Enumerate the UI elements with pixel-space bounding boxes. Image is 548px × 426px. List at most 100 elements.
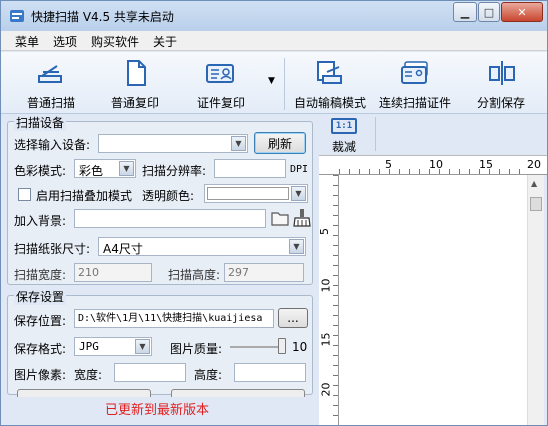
resolution-label: 扫描分辨率:: [142, 164, 207, 178]
close-icon: ✕: [517, 5, 527, 19]
id-copy-button[interactable]: 证件复印: [191, 56, 255, 112]
auto-feed-icon: [317, 61, 342, 84]
continuous-id-scan-label: 连续扫描证件: [379, 96, 452, 110]
maximize-button[interactable]: □: [478, 2, 500, 22]
vertical-ruler: 5 10 15 20: [318, 175, 339, 425]
pixel-width-input[interactable]: [114, 363, 186, 382]
toolbar-separator: [284, 58, 285, 110]
device-select[interactable]: ▼: [98, 134, 248, 153]
continuous-id-scan-button[interactable]: 连续扫描证件: [378, 56, 454, 112]
preview-separator: [375, 117, 376, 151]
overlay-checkbox[interactable]: [18, 188, 31, 201]
app-window: 快捷扫描 V4.5 共享未启动 ▁ □ ✕ 菜单 选项 购买软件 关于 普通扫描: [0, 0, 548, 426]
background-label: 加入背景:: [14, 214, 67, 228]
brush-icon[interactable]: [292, 208, 312, 228]
ruler-tick-label: 20: [527, 158, 541, 171]
ruler-tick-label: 20: [319, 382, 333, 397]
minimize-icon: ▁: [460, 5, 470, 19]
id-card-stack-icon: [401, 61, 428, 84]
browse-button[interactable]: ...: [278, 308, 308, 328]
ruler-ticks: [339, 169, 529, 174]
scan-height-input[interactable]: 297: [224, 263, 304, 282]
document-icon: [127, 60, 146, 86]
scan-settings-group: 扫描设备 选择输入设备: ▼ 刷新 色彩模式: 彩色 ▼ 扫描分辨率: DPI …: [7, 114, 313, 285]
auto-feed-button[interactable]: 自动输稿模式: [293, 56, 369, 112]
refresh-button[interactable]: 刷新: [254, 132, 306, 154]
preview-canvas[interactable]: [339, 175, 527, 425]
device-label: 选择输入设备:: [14, 138, 91, 152]
horizontal-ruler: 5 10 15 20: [319, 155, 547, 175]
settings-panel: 扫描设备 选择输入设备: ▼ 刷新 色彩模式: 彩色 ▼ 扫描分辨率: DPI …: [7, 114, 315, 426]
partial-button-left[interactable]: [17, 389, 151, 397]
resolution-input[interactable]: [214, 159, 286, 178]
menu-bar: 菜单 选项 购买软件 关于: [1, 31, 547, 51]
overlay-label: 启用扫描叠加模式: [36, 189, 133, 203]
crop-label: 裁减: [332, 140, 357, 154]
paper-size-label: 扫描纸张尺寸:: [14, 242, 91, 256]
id-copy-label: 证件复印: [197, 96, 246, 110]
toolbar: 普通扫描 普通复印 证件复印 ▼ 自动输稿模式 连续扫描证件 分割保存: [1, 52, 547, 114]
dpi-unit: DPI: [290, 164, 309, 175]
quality-slider[interactable]: [230, 338, 286, 354]
scan-width-input[interactable]: 210: [74, 263, 152, 282]
save-settings-group: 保存设置 保存位置: D:\软件\1月\11\快捷扫描\kuaijiesa ..…: [7, 288, 313, 395]
scan-settings-title: 扫描设备: [14, 114, 67, 131]
split-save-button[interactable]: 分割保存: [471, 56, 535, 112]
partial-button-right[interactable]: [171, 389, 305, 397]
toolbar-dropdown-icon[interactable]: ▼: [268, 76, 275, 86]
background-input[interactable]: [74, 209, 266, 228]
transparent-color-select[interactable]: ▼: [204, 184, 308, 203]
folder-icon[interactable]: [270, 208, 290, 228]
menu-item-buy[interactable]: 购买软件: [91, 33, 139, 50]
save-location-label: 保存位置:: [14, 314, 67, 328]
menu-item-options[interactable]: 选项: [53, 33, 77, 50]
pixel-height-label: 高度:: [194, 368, 223, 382]
scanner-icon: [38, 65, 62, 83]
close-button[interactable]: ✕: [501, 2, 543, 22]
menu-item-menu[interactable]: 菜单: [15, 33, 39, 50]
pixel-width-label: 宽度:: [74, 368, 103, 382]
split-icon: [489, 61, 515, 85]
pixel-height-input[interactable]: [234, 363, 306, 382]
normal-copy-label: 普通复印: [111, 96, 160, 110]
ruler-tick-label: 10: [319, 278, 333, 293]
image-pixel-label: 图片像素:: [14, 368, 67, 382]
save-format-label: 保存格式:: [14, 342, 67, 356]
chevron-down-icon: ▼: [135, 339, 150, 354]
image-quality-label: 图片质量:: [170, 342, 223, 356]
save-format-select[interactable]: JPG ▼: [74, 337, 152, 356]
maximize-icon: □: [483, 5, 495, 19]
scroll-up-icon[interactable]: ▲: [531, 179, 537, 188]
normal-scan-label: 普通扫描: [27, 96, 76, 110]
normal-copy-button[interactable]: 普通复印: [105, 56, 169, 112]
update-status-text: 已更新到最新版本: [105, 403, 210, 418]
transparent-color-label: 透明颜色:: [142, 189, 195, 203]
chevron-down-icon: ▼: [291, 186, 306, 201]
app-icon: [10, 10, 24, 22]
id-card-icon: [206, 64, 234, 83]
vertical-scrollbar[interactable]: ▲: [527, 175, 544, 425]
scan-height-label: 扫描高度:: [168, 268, 221, 282]
menu-item-about[interactable]: 关于: [153, 33, 177, 50]
save-location-input[interactable]: D:\软件\1月\11\快捷扫描\kuaijiesa: [74, 309, 274, 328]
paper-size-select[interactable]: A4尺寸 ▼: [98, 237, 306, 256]
slider-thumb[interactable]: [278, 338, 286, 354]
title-bar[interactable]: 快捷扫描 V4.5 共享未启动 ▁ □ ✕: [1, 1, 547, 31]
chevron-down-icon: ▼: [289, 239, 304, 254]
scrollbar-thumb[interactable]: [530, 197, 542, 211]
color-swatch: [207, 187, 289, 200]
crop-button[interactable]: 1:1 裁减: [317, 115, 373, 154]
chevron-down-icon: ▼: [231, 136, 246, 151]
chevron-down-icon: ▼: [119, 161, 134, 176]
ruler-tick-label: 5: [318, 228, 331, 235]
color-mode-select[interactable]: 彩色 ▼: [74, 159, 136, 178]
minimize-button[interactable]: ▁: [453, 2, 477, 22]
scan-width-label: 扫描宽度:: [14, 268, 67, 282]
ruler-ticks: [333, 175, 338, 425]
color-mode-label: 色彩模式:: [14, 164, 67, 178]
window-title: 快捷扫描 V4.5 共享未启动: [31, 10, 174, 24]
save-settings-title: 保存设置: [14, 288, 67, 305]
crop-ratio-icon: 1:1: [331, 118, 357, 134]
auto-feed-label: 自动输稿模式: [294, 96, 367, 110]
normal-scan-button[interactable]: 普通扫描: [21, 56, 85, 112]
